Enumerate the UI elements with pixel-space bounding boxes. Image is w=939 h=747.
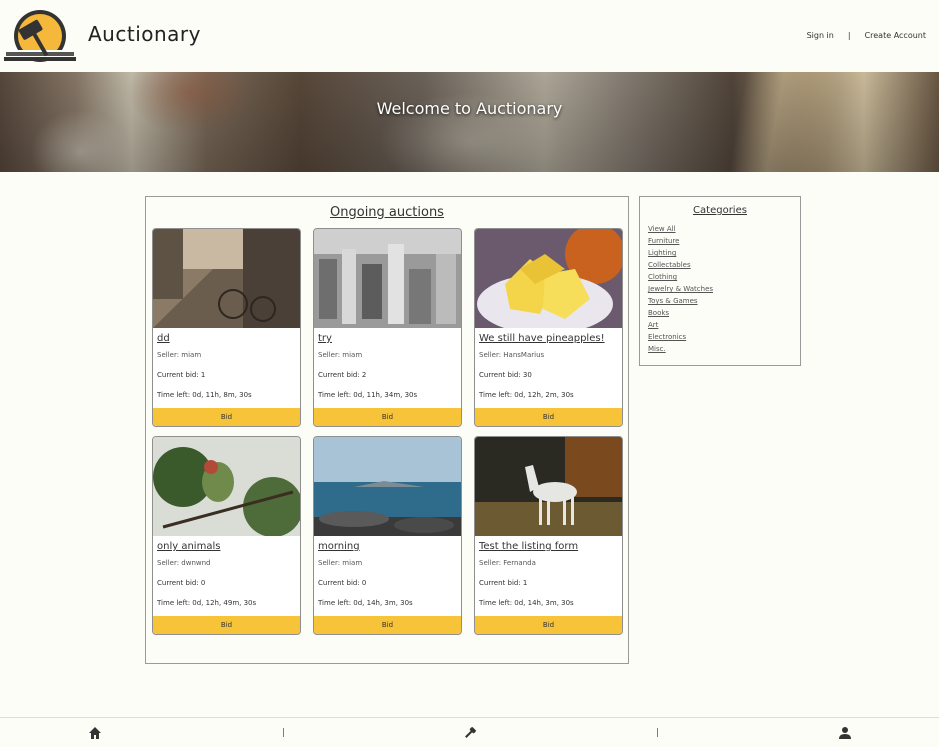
auction-image-sea[interactable] bbox=[314, 437, 461, 536]
auctions-title: Ongoing auctions bbox=[330, 205, 444, 220]
auction-time-left: Time left: 0d, 12h, 49m, 30s bbox=[157, 599, 257, 607]
auction-time-left: Time left: 0d, 14h, 3m, 30s bbox=[318, 599, 413, 607]
category-clothing[interactable]: Clothing bbox=[648, 271, 713, 283]
bid-button[interactable]: Bid bbox=[153, 408, 300, 426]
bid-button[interactable]: Bid bbox=[475, 616, 622, 634]
banner-title: Welcome to Auctionary bbox=[376, 99, 563, 118]
auction-current-bid: Current bid: 0 bbox=[157, 579, 206, 587]
hero-banner: Welcome to Auctionary bbox=[0, 72, 939, 172]
create-account-link[interactable]: Create Account bbox=[865, 31, 926, 40]
auction-title-link[interactable]: only animals bbox=[157, 541, 220, 552]
auction-card: dd Seller: miam Current bid: 1 Time left… bbox=[152, 228, 301, 427]
gavel-logo-icon[interactable] bbox=[2, 6, 78, 62]
nav-separator: | bbox=[656, 728, 660, 738]
auction-time-left: Time left: 0d, 12h, 2m, 30s bbox=[479, 391, 574, 399]
ongoing-auctions-panel: Ongoing auctions dd Seller: miam Current… bbox=[145, 196, 629, 664]
bid-button[interactable]: Bid bbox=[314, 408, 461, 426]
auction-title-link[interactable]: Test the listing form bbox=[479, 541, 578, 552]
brand-title[interactable]: Auctionary bbox=[88, 22, 201, 46]
categories-panel: Categories View All Furniture Lighting C… bbox=[639, 196, 801, 366]
nav-separator: | bbox=[282, 728, 286, 738]
bid-button[interactable]: Bid bbox=[153, 616, 300, 634]
category-toys-games[interactable]: Toys & Games bbox=[648, 295, 713, 307]
auction-current-bid: Current bid: 0 bbox=[318, 579, 367, 587]
auth-links: Sign in | Create Account bbox=[807, 31, 926, 40]
bottom-nav: | | bbox=[0, 717, 939, 747]
auction-time-left: Time left: 0d, 11h, 34m, 30s bbox=[318, 391, 418, 399]
auction-current-bid: Current bid: 1 bbox=[479, 579, 528, 587]
auction-title-link[interactable]: morning bbox=[318, 541, 360, 552]
auction-seller: Seller: miam bbox=[157, 351, 202, 359]
auction-seller: Seller: miam bbox=[318, 559, 363, 567]
auction-card: Test the listing form Seller: Fernanda C… bbox=[474, 436, 623, 635]
auction-image-city[interactable] bbox=[314, 229, 461, 328]
header: Auctionary Sign in | Create Account bbox=[0, 0, 939, 72]
bid-button[interactable]: Bid bbox=[475, 408, 622, 426]
gavel-icon[interactable] bbox=[463, 726, 477, 740]
auction-time-left: Time left: 0d, 14h, 3m, 30s bbox=[479, 599, 574, 607]
user-icon[interactable] bbox=[838, 726, 852, 740]
auction-title-link[interactable]: dd bbox=[157, 333, 170, 344]
auction-current-bid: Current bid: 2 bbox=[318, 371, 367, 379]
category-electronics[interactable]: Electronics bbox=[648, 331, 713, 343]
auction-seller: Seller: dwnwnd bbox=[157, 559, 211, 567]
categories-list: View All Furniture Lighting Collectables… bbox=[648, 223, 713, 355]
auction-image-horse[interactable] bbox=[475, 437, 622, 536]
auction-current-bid: Current bid: 1 bbox=[157, 371, 206, 379]
category-art[interactable]: Art bbox=[648, 319, 713, 331]
auction-current-bid: Current bid: 30 bbox=[479, 371, 532, 379]
category-lighting[interactable]: Lighting bbox=[648, 247, 713, 259]
auction-time-left: Time left: 0d, 11h, 8m, 30s bbox=[157, 391, 252, 399]
auction-title-link[interactable]: try bbox=[318, 333, 332, 344]
category-misc[interactable]: Misc. bbox=[648, 343, 713, 355]
auction-image-street[interactable] bbox=[153, 229, 300, 328]
category-jewelry-watches[interactable]: Jewelry & Watches bbox=[648, 283, 713, 295]
sign-in-link[interactable]: Sign in bbox=[807, 31, 834, 40]
auction-seller: Seller: Fernanda bbox=[479, 559, 536, 567]
category-collectables[interactable]: Collectables bbox=[648, 259, 713, 271]
auction-image-parrot[interactable] bbox=[153, 437, 300, 536]
home-icon[interactable] bbox=[88, 726, 102, 740]
auction-card: only animals Seller: dwnwnd Current bid:… bbox=[152, 436, 301, 635]
auction-card: We still have pineapples! Seller: HansMa… bbox=[474, 228, 623, 427]
bid-button[interactable]: Bid bbox=[314, 616, 461, 634]
auth-separator: | bbox=[847, 31, 851, 40]
category-books[interactable]: Books bbox=[648, 307, 713, 319]
categories-title: Categories bbox=[693, 205, 747, 216]
auction-seller: Seller: HansMarius bbox=[479, 351, 545, 359]
auction-card: morning Seller: miam Current bid: 0 Time… bbox=[313, 436, 462, 635]
auction-seller: Seller: miam bbox=[318, 351, 363, 359]
auction-title-link[interactable]: We still have pineapples! bbox=[479, 333, 605, 344]
category-view-all[interactable]: View All bbox=[648, 223, 713, 235]
category-furniture[interactable]: Furniture bbox=[648, 235, 713, 247]
auction-card: try Seller: miam Current bid: 2 Time lef… bbox=[313, 228, 462, 427]
auction-image-pineapples[interactable] bbox=[475, 229, 622, 328]
